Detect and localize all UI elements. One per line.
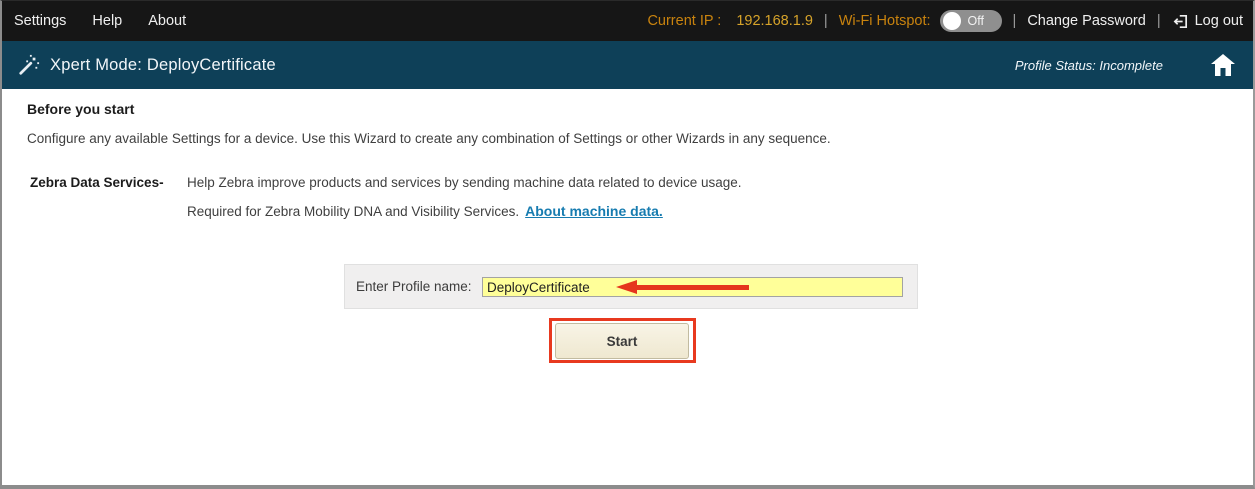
home-icon[interactable] <box>1211 54 1235 76</box>
separator: | <box>1011 13 1019 29</box>
wizard-title-bar: Xpert Mode: DeployCertificate Profile St… <box>2 41 1253 89</box>
zebra-data-services-text-2: Required for Zebra Mobility DNA and Visi… <box>187 203 663 219</box>
toggle-state-label: Off <box>968 14 984 28</box>
wand-icon <box>18 54 40 76</box>
menu-item-about[interactable]: About <box>148 13 186 29</box>
about-machine-data-link[interactable]: About machine data. <box>525 203 663 219</box>
titlebar-left: Xpert Mode: DeployCertificate <box>18 54 276 76</box>
toggle-knob <box>943 12 961 30</box>
menu-item-help[interactable]: Help <box>92 13 122 29</box>
logout-label: Log out <box>1195 13 1243 29</box>
zds-line2-text: Required for Zebra Mobility DNA and Visi… <box>187 204 519 219</box>
change-password-link[interactable]: Change Password <box>1027 13 1146 29</box>
start-button[interactable]: Start <box>555 323 689 359</box>
profile-status-badge: Profile Status: Incomplete <box>1015 58 1163 73</box>
profile-name-label: Enter Profile name: <box>356 279 472 294</box>
topbar-status-area: Current IP : 192.168.1.9 | Wi-Fi Hotspot… <box>647 10 1243 32</box>
main-menu: Settings Help About <box>14 13 186 29</box>
profile-name-form: Enter Profile name: <box>344 264 918 309</box>
current-ip-label: Current IP : <box>647 13 721 29</box>
profile-name-input[interactable] <box>482 277 903 297</box>
top-menu-bar: Settings Help About Current IP : 192.168… <box>2 1 1253 41</box>
section-description: Configure any available Settings for a d… <box>27 131 831 146</box>
separator: | <box>822 13 830 29</box>
section-heading: Before you start <box>27 101 134 117</box>
page-title: Xpert Mode: DeployCertificate <box>50 56 276 75</box>
logout-button[interactable]: Log out <box>1172 13 1243 30</box>
current-ip-value: 192.168.1.9 <box>736 13 813 29</box>
xpert-mode-page: Settings Help About Current IP : 192.168… <box>0 0 1255 489</box>
wifi-hotspot-label: Wi-Fi Hotspot: <box>839 13 931 29</box>
zebra-data-services-text-1: Help Zebra improve products and services… <box>187 175 742 190</box>
zebra-data-services-label: Zebra Data Services- <box>30 175 164 190</box>
menu-item-settings[interactable]: Settings <box>14 13 66 29</box>
logout-icon <box>1172 13 1189 30</box>
separator: | <box>1155 13 1163 29</box>
wifi-hotspot-toggle[interactable]: Off <box>940 10 1002 32</box>
titlebar-right: Profile Status: Incomplete <box>1015 54 1235 76</box>
